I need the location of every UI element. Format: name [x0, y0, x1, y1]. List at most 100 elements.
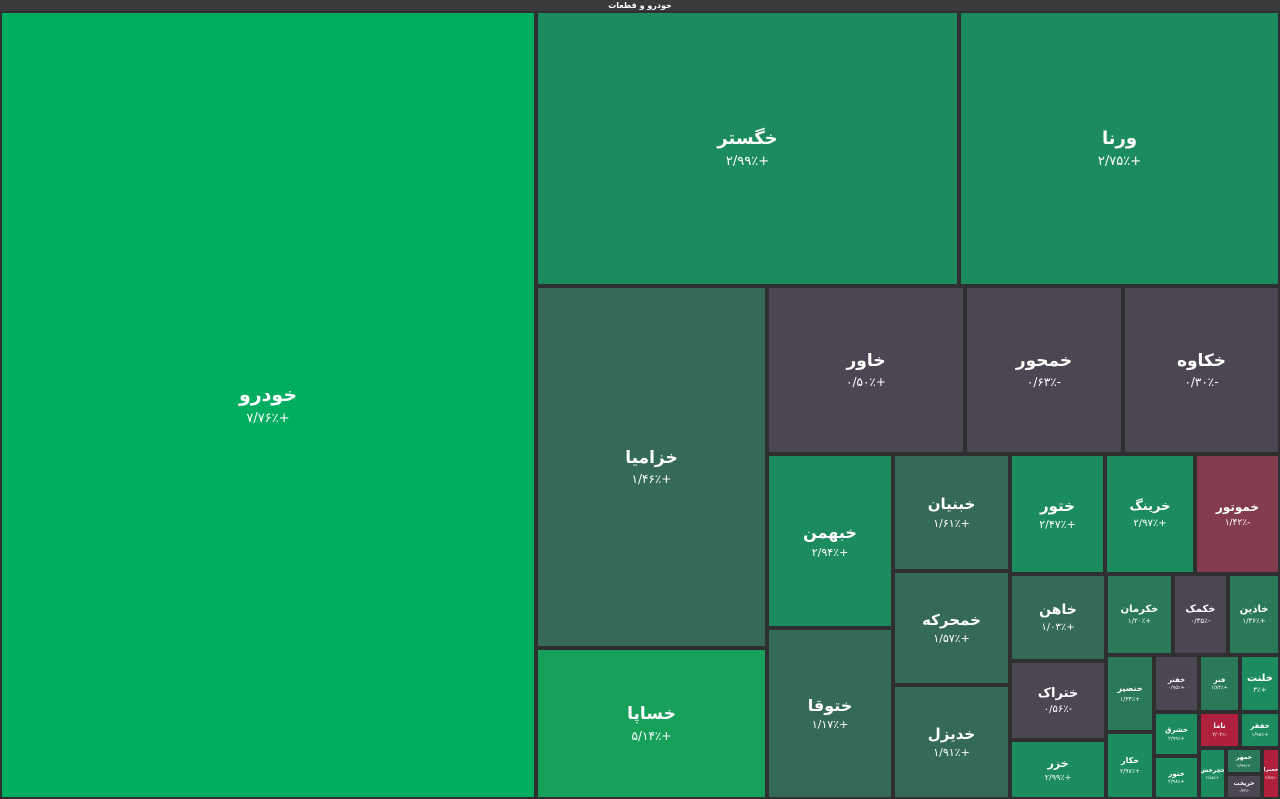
tile-symbol: خمهر: [1235, 754, 1253, 762]
tile-24[interactable]: خکار +۲/۹۷٪: [1106, 732, 1154, 799]
tile-change: -۱/۴۲٪: [1224, 517, 1251, 528]
tile-change: -۰/۳۰٪: [1184, 375, 1219, 390]
tile-21[interactable]: خکمک -۰/۳۵٪: [1173, 574, 1228, 655]
tile-change: -۰/۳۵٪: [1190, 617, 1211, 626]
tile-20[interactable]: خکرمان +۱/۲۰٪: [1106, 574, 1173, 655]
tile-11[interactable]: ختور +۲/۴۷٪: [1010, 454, 1105, 574]
tile-change: +۵/۱۴٪: [631, 728, 672, 743]
tile-1[interactable]: خودرو +۷/۷۶٪: [0, 11, 536, 799]
tile-change: +۲/۹۴٪: [811, 545, 849, 559]
tile-symbol: ناما: [1213, 722, 1226, 731]
tile-symbol: خودرو: [238, 384, 298, 407]
tile-32[interactable]: خچرخش +۲/۸۵٪: [1199, 748, 1226, 799]
tile-30[interactable]: خفقر +۱/۹۸٪: [1240, 712, 1280, 748]
tile-12[interactable]: خرینگ +۲/۹۷٪: [1105, 454, 1195, 574]
tile-change: +۱/۶۱٪: [933, 516, 970, 530]
tile-change: -۰/۳۳٪: [1238, 788, 1250, 794]
tile-change: +۲/۴۷٪: [1039, 518, 1076, 532]
tile-change: +۱/۵۷٪: [933, 632, 970, 646]
tile-15[interactable]: خمحرکه +۱/۵۷٪: [893, 571, 1010, 685]
tile-symbol: خفقر: [1250, 722, 1270, 731]
tile-change: +۲/۷۵٪: [1097, 153, 1142, 169]
tile-symbol: خبهمن: [803, 523, 857, 543]
tile-change: +۱/۱۷٪: [811, 718, 849, 732]
tile-symbol: خنصیر: [1117, 684, 1143, 694]
tile-change: +۷/۷۶٪: [246, 410, 290, 426]
tile-symbol: خچرخش: [1199, 766, 1226, 774]
tile-symbol: خفنر: [1167, 675, 1186, 684]
tile-change: +۲/۸۵٪: [1205, 775, 1220, 781]
tile-change: -۲/۸۷٪: [1265, 774, 1277, 780]
tile-14[interactable]: ختوقا +۱/۱۷٪: [767, 628, 893, 799]
tile-change: +۲/۹۷٪: [1120, 767, 1140, 775]
tile-7[interactable]: خمحور -۰/۶۳٪: [965, 286, 1123, 454]
tile-35[interactable]: خعمرا -۲/۸۷٪: [1262, 748, 1280, 799]
tile-change: -۰/۵۶٪: [1043, 704, 1073, 716]
tile-9[interactable]: خبهمن +۲/۹۴٪: [767, 454, 893, 628]
tile-3[interactable]: ورنا +۲/۷۵٪: [959, 11, 1280, 286]
tile-symbol: خساپا: [627, 704, 676, 725]
tile-symbol: ختراک: [1037, 685, 1079, 701]
tile-symbol: خدیزل: [927, 724, 976, 743]
tile-33[interactable]: خمهر +۲/۹۹٪: [1226, 748, 1262, 774]
tile-symbol: خبنیان: [927, 495, 976, 514]
tile-symbol: خکاوه: [1176, 350, 1227, 371]
tile-change: +۰/۵۰٪: [846, 375, 886, 390]
tile-change: +۲/۹۹٪: [1168, 735, 1185, 742]
tile-change: +۱/۹۱٪: [933, 746, 970, 760]
tile-symbol: خگستر: [717, 128, 778, 150]
tile-change: +۱/۲۰٪: [1127, 617, 1152, 626]
tile-change: +۱/۸۴٪: [1211, 685, 1228, 692]
tile-symbol: خاهن: [1039, 602, 1077, 619]
tile-symbol: خریخت: [1233, 779, 1255, 787]
treemap: خودرو +۷/۷۶٪ خگستر +۲/۹۹٪ ورنا +۲/۷۵٪ خزامیا +۱…: [0, 0, 1280, 799]
tile-change: +۱/۹۸٪: [1251, 731, 1269, 738]
tile-31[interactable]: ختور +۲/۹۸٪: [1154, 756, 1199, 799]
tile-27[interactable]: خلنت +۳٪: [1240, 655, 1280, 712]
tile-22[interactable]: خاذین +۱/۳۶٪: [1228, 574, 1280, 655]
tile-change: +۲/۹۸٪: [1168, 779, 1185, 786]
tile-10[interactable]: خبنیان +۱/۶۱٪: [893, 454, 1010, 571]
tile-symbol: خلنت: [1247, 672, 1273, 684]
tile-symbol: خاور: [846, 350, 886, 371]
tile-change: -۲/۰۲٪: [1212, 731, 1227, 738]
tile-19[interactable]: خزر +۲/۹۹٪: [1010, 740, 1106, 799]
tile-8[interactable]: خکاوه -۰/۳۰٪: [1123, 286, 1280, 454]
tile-change: +۲/۹۹٪: [1237, 762, 1251, 768]
tile-26[interactable]: فنر +۱/۸۴٪: [1199, 655, 1240, 712]
tile-29[interactable]: ناما -۲/۰۲٪: [1199, 712, 1240, 748]
tile-2[interactable]: خگستر +۲/۹۹٪: [536, 11, 959, 286]
tile-17[interactable]: خاهن +۱/۰۳٪: [1010, 574, 1106, 661]
tile-16[interactable]: خدیزل +۱/۹۱٪: [893, 685, 1010, 799]
tile-symbol: ختور: [1040, 496, 1075, 515]
tile-change: +۲/۹۷٪: [1133, 517, 1167, 529]
tile-symbol: خشرق: [1165, 726, 1188, 735]
tile-6[interactable]: خاور +۰/۵۰٪: [767, 286, 965, 454]
tile-change: -۰/۶۳٪: [1026, 375, 1062, 390]
tile-symbol: خاذین: [1239, 603, 1269, 615]
tile-change: +۲/۹۹٪: [725, 153, 770, 169]
tile-28[interactable]: خشرق +۲/۹۹٪: [1154, 712, 1199, 756]
tile-change: +۱/۳۴٪: [1120, 695, 1140, 703]
tile-symbol: خعمرا: [1263, 767, 1279, 774]
tile-symbol: خکار: [1120, 756, 1140, 766]
tile-symbol: خکرمان: [1120, 603, 1159, 615]
tile-13[interactable]: خموتور -۱/۴۲٪: [1195, 454, 1280, 574]
tile-4[interactable]: خزامیا +۱/۴۶٪: [536, 286, 767, 648]
tile-symbol: خزامیا: [625, 447, 678, 468]
tile-symbol: خموتور: [1215, 500, 1260, 515]
tile-23[interactable]: خنصیر +۱/۳۴٪: [1106, 655, 1154, 732]
tile-18[interactable]: ختراک -۰/۵۶٪: [1010, 661, 1106, 740]
tile-symbol: ورنا: [1101, 128, 1138, 150]
tile-change: +۱/۴۶٪: [631, 472, 672, 487]
tile-symbol: خمحرکه: [922, 610, 981, 629]
tile-5[interactable]: خساپا +۵/۱۴٪: [536, 648, 767, 799]
tile-34[interactable]: خریخت -۰/۳۳٪: [1226, 774, 1262, 799]
tile-change: +۲/۹۹٪: [1044, 772, 1072, 782]
tile-change: +۰/۹۵٪: [1168, 685, 1185, 692]
tile-change: +۱/۰۳٪: [1041, 621, 1075, 633]
tile-symbol: ختوقا: [807, 695, 853, 715]
tile-symbol: خزر: [1047, 757, 1069, 771]
tile-symbol: فنر: [1213, 675, 1226, 684]
tile-25[interactable]: خفنر +۰/۹۵٪: [1154, 655, 1199, 712]
